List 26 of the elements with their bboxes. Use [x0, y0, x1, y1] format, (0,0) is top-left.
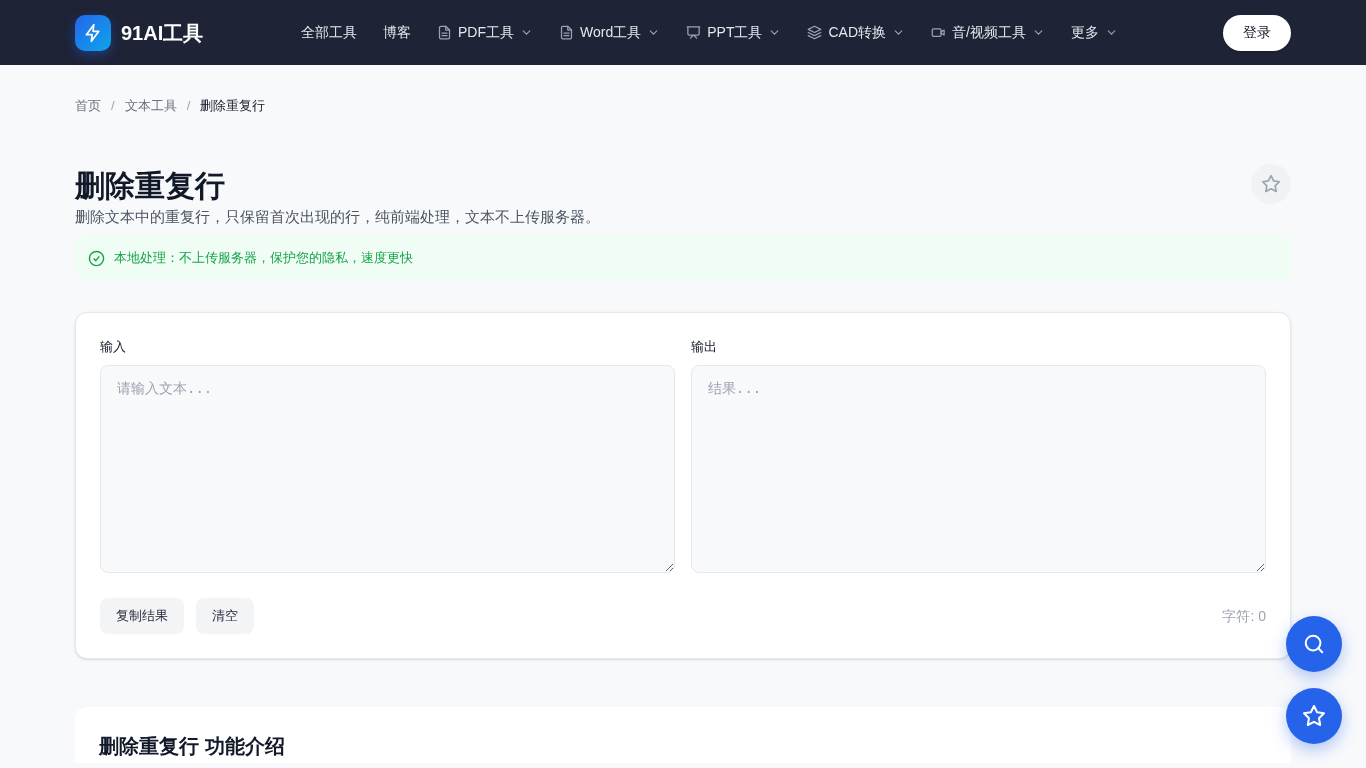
nav-link[interactable]: CAD转换	[807, 22, 905, 43]
action-button[interactable]: 复制结果	[100, 598, 184, 634]
breadcrumb-link[interactable]: 文本工具	[124, 96, 177, 116]
nav-link[interactable]: PDF工具	[437, 22, 533, 43]
page-title: 删除重复行	[75, 168, 225, 204]
nav-link[interactable]: 全部工具	[301, 22, 357, 43]
input-textarea[interactable]: 请输入文本...	[100, 365, 675, 573]
output-textarea[interactable]: 结果...	[691, 365, 1266, 573]
field-label: 输入	[100, 338, 127, 356]
breadcrumb-current: 删除重复行	[200, 97, 266, 116]
logo-text[interactable]: 91AI工具	[121, 17, 204, 48]
action-button[interactable]: 清空	[196, 598, 254, 634]
character-count: 字符: 0	[1222, 606, 1266, 626]
breadcrumb-separator: /	[185, 97, 192, 116]
nav-link[interactable]: 音/视频工具	[931, 22, 1045, 43]
field-label: 输出	[691, 338, 718, 356]
login-button[interactable]: 登录	[1223, 14, 1291, 51]
notice-text: 本地处理：不上传服务器，保护您的隐私，速度更快	[114, 249, 413, 268]
nav-link[interactable]: PPT工具	[686, 22, 782, 43]
nav-link[interactable]: Word工具	[559, 22, 661, 43]
breadcrumb-link[interactable]: 首页	[75, 96, 101, 116]
nav-link[interactable]: 博客	[383, 22, 411, 43]
section-heading: 删除重复行 功能介绍	[99, 734, 286, 759]
page-description: 删除文本中的重复行，只保留首次出现的行，纯前端处理，文本不上传服务器。	[75, 207, 601, 227]
nav-link[interactable]: 更多	[1070, 22, 1118, 43]
breadcrumb-separator: /	[110, 97, 116, 116]
